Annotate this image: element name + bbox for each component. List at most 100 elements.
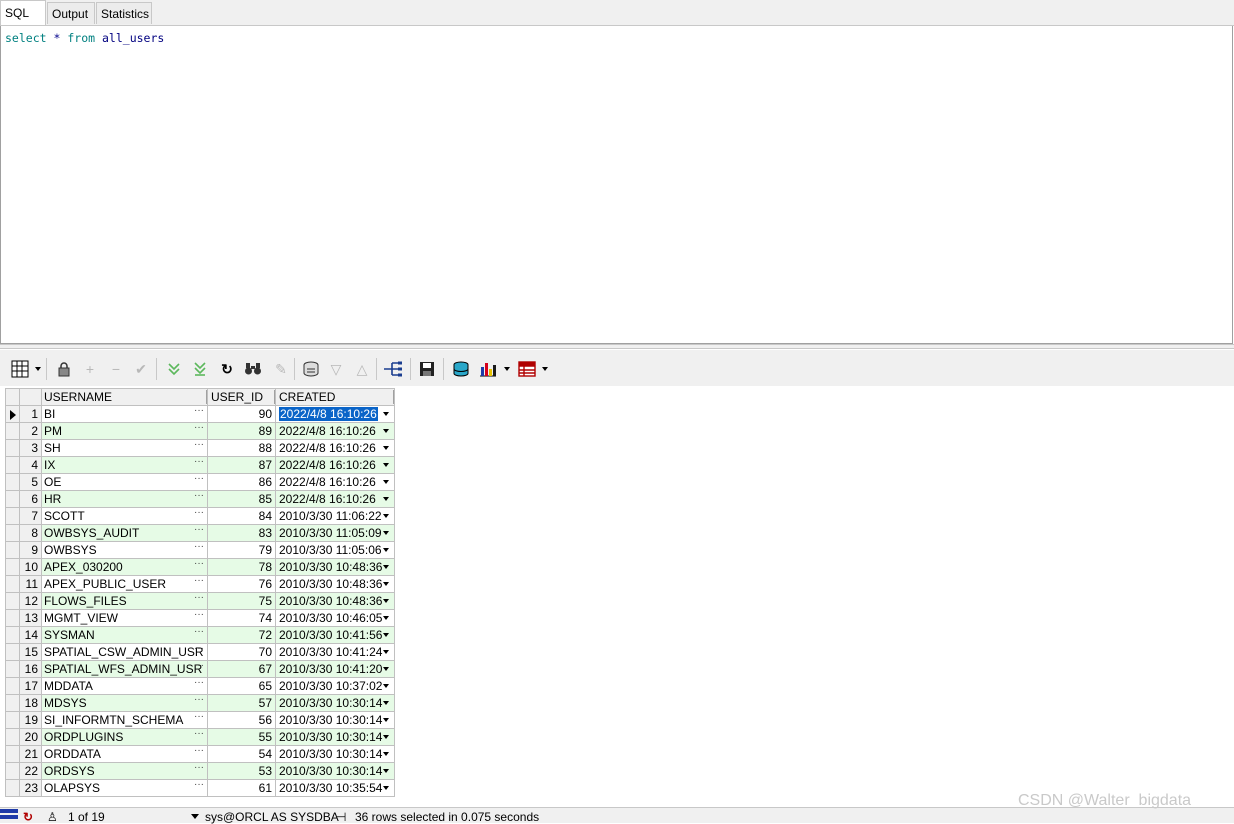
table-row[interactable]: 17 MDDATA ··· 65 2010/3/30 10:37:02 xyxy=(5,677,395,695)
cell-created[interactable]: 2010/3/30 10:30:14 xyxy=(275,711,395,729)
cell-username[interactable]: APEX_030200 ··· xyxy=(41,558,208,576)
cell-user-id[interactable]: 67 xyxy=(207,660,276,678)
table-row[interactable]: 1 BI ··· 90 2022/4/8 16:10:26 xyxy=(5,405,395,423)
row-indicator[interactable] xyxy=(5,524,20,542)
cell-username[interactable]: OE ··· xyxy=(41,473,208,491)
date-dropdown-icon[interactable] xyxy=(383,548,389,552)
row-indicator[interactable] xyxy=(5,643,20,661)
grid-view-dropdown-icon[interactable] xyxy=(35,367,41,371)
cell-username[interactable]: SI_INFORMTN_SCHEMA ··· xyxy=(41,711,208,729)
add-record-icon[interactable]: + xyxy=(80,359,100,379)
cell-user-id[interactable]: 89 xyxy=(207,422,276,440)
date-dropdown-icon[interactable] xyxy=(383,514,389,518)
cell-user-id[interactable]: 88 xyxy=(207,439,276,457)
table-row[interactable]: 15 SPATIAL_CSW_ADMIN_USR ··· 70 2010/3/30 10… xyxy=(5,643,395,661)
table-row[interactable]: 20 ORDPLUGINS ··· 55 2010/3/30 10:30:14 xyxy=(5,728,395,746)
cell-created[interactable]: 2010/3/30 10:30:14 xyxy=(275,728,395,746)
refresh-icon[interactable]: ↻ xyxy=(217,359,237,379)
row-indicator[interactable] xyxy=(5,507,20,525)
date-dropdown-icon[interactable] xyxy=(383,769,389,773)
table-row[interactable]: 12 FLOWS_FILES ··· 75 2010/3/30 10:48:36 xyxy=(5,592,395,610)
ellipsis-button-icon[interactable]: ··· xyxy=(194,456,204,467)
ellipsis-button-icon[interactable]: ··· xyxy=(194,677,204,688)
date-dropdown-icon[interactable] xyxy=(383,752,389,756)
cell-username[interactable]: HR ··· xyxy=(41,490,208,508)
cell-user-id[interactable]: 72 xyxy=(207,626,276,644)
cell-user-id[interactable]: 90 xyxy=(207,405,276,423)
ellipsis-button-icon[interactable]: ··· xyxy=(194,745,204,756)
ellipsis-button-icon[interactable]: ··· xyxy=(194,405,204,416)
chart-dropdown-icon[interactable] xyxy=(504,367,510,371)
date-dropdown-icon[interactable] xyxy=(383,786,389,790)
cell-username[interactable]: ORDPLUGINS ··· xyxy=(41,728,208,746)
row-indicator[interactable] xyxy=(5,745,20,763)
ellipsis-button-icon[interactable]: ··· xyxy=(194,728,204,739)
cell-username[interactable]: ORDSYS ··· xyxy=(41,762,208,780)
cell-username[interactable]: IX ··· xyxy=(41,456,208,474)
date-dropdown-icon[interactable] xyxy=(383,412,389,416)
cell-username[interactable]: OLAPSYS ··· xyxy=(41,779,208,797)
row-indicator[interactable] xyxy=(5,473,20,491)
explain-plan-icon[interactable] xyxy=(383,359,403,379)
column-resize-handle[interactable] xyxy=(393,390,394,404)
row-indicator[interactable] xyxy=(5,422,20,440)
cell-created[interactable]: 2022/4/8 16:10:26 xyxy=(275,490,395,508)
date-dropdown-icon[interactable] xyxy=(383,633,389,637)
save-icon[interactable] xyxy=(417,359,437,379)
cell-username[interactable]: MDSYS ··· xyxy=(41,694,208,712)
cell-created[interactable]: 2010/3/30 10:46:05 xyxy=(275,609,395,627)
row-indicator[interactable] xyxy=(5,490,20,508)
date-dropdown-icon[interactable] xyxy=(383,701,389,705)
column-header-user-id[interactable]: USER_ID xyxy=(207,388,276,406)
cell-username[interactable]: MDDATA ··· xyxy=(41,677,208,695)
cell-user-id[interactable]: 86 xyxy=(207,473,276,491)
cell-created[interactable]: 2010/3/30 10:37:02 xyxy=(275,677,395,695)
cell-user-id[interactable]: 55 xyxy=(207,728,276,746)
date-dropdown-icon[interactable] xyxy=(383,497,389,501)
sort-descending-icon[interactable]: ▽ xyxy=(326,359,346,379)
cell-user-id[interactable]: 74 xyxy=(207,609,276,627)
date-dropdown-icon[interactable] xyxy=(383,718,389,722)
row-indicator[interactable] xyxy=(5,762,20,780)
cell-created[interactable]: 2022/4/8 16:10:26 xyxy=(275,439,395,457)
ellipsis-button-icon[interactable]: ··· xyxy=(194,694,204,705)
cell-username[interactable]: APEX_PUBLIC_USER ··· xyxy=(41,575,208,593)
fetch-next-icon[interactable] xyxy=(164,359,184,379)
ellipsis-button-icon[interactable]: ··· xyxy=(194,762,204,773)
sql-editor[interactable]: select * from all_users xyxy=(0,26,1233,344)
row-indicator[interactable] xyxy=(5,592,20,610)
find-icon[interactable] xyxy=(243,359,263,379)
date-dropdown-icon[interactable] xyxy=(383,463,389,467)
column-header-username[interactable]: USERNAME xyxy=(41,388,208,406)
table-row[interactable]: 10 APEX_030200 ··· 78 2010/3/30 10:48:36 xyxy=(5,558,395,576)
cell-username[interactable]: SH ··· xyxy=(41,439,208,457)
row-indicator[interactable] xyxy=(5,405,20,423)
row-indicator[interactable] xyxy=(5,779,20,797)
column-header-created[interactable]: CREATED xyxy=(275,388,395,406)
cell-created[interactable]: 2010/3/30 10:30:14 xyxy=(275,745,395,763)
table-row[interactable]: 23 OLAPSYS ··· 61 2010/3/30 10:35:54 xyxy=(5,779,395,797)
date-dropdown-icon[interactable] xyxy=(383,446,389,450)
row-indicator[interactable] xyxy=(5,694,20,712)
cell-username[interactable]: OWBSYS_AUDIT ··· xyxy=(41,524,208,542)
cell-created[interactable]: 2010/3/30 10:41:56 xyxy=(275,626,395,644)
row-indicator[interactable] xyxy=(5,660,20,678)
cell-username[interactable]: ORDDATA ··· xyxy=(41,745,208,763)
chart-icon[interactable] xyxy=(478,359,498,379)
row-indicator[interactable] xyxy=(5,575,20,593)
cell-created[interactable]: 2022/4/8 16:10:26 xyxy=(275,422,395,440)
cell-created[interactable]: 2010/3/30 11:05:06 xyxy=(275,541,395,559)
table-row[interactable]: 21 ORDDATA ··· 54 2010/3/30 10:30:14 xyxy=(5,745,395,763)
row-indicator[interactable] xyxy=(5,456,20,474)
cell-user-id[interactable]: 54 xyxy=(207,745,276,763)
date-dropdown-icon[interactable] xyxy=(383,582,389,586)
cell-created[interactable]: 2010/3/30 11:05:09 xyxy=(275,524,395,542)
table-row[interactable]: 19 SI_INFORMTN_SCHEMA ··· 56 2010/3/30 10:30… xyxy=(5,711,395,729)
cell-user-id[interactable]: 79 xyxy=(207,541,276,559)
cell-user-id[interactable]: 70 xyxy=(207,643,276,661)
cell-user-id[interactable]: 83 xyxy=(207,524,276,542)
date-dropdown-icon[interactable] xyxy=(383,480,389,484)
row-indicator[interactable] xyxy=(5,558,20,576)
cell-username[interactable]: SPATIAL_CSW_ADMIN_USR ··· xyxy=(41,643,208,661)
print-dropdown-icon[interactable] xyxy=(542,367,548,371)
